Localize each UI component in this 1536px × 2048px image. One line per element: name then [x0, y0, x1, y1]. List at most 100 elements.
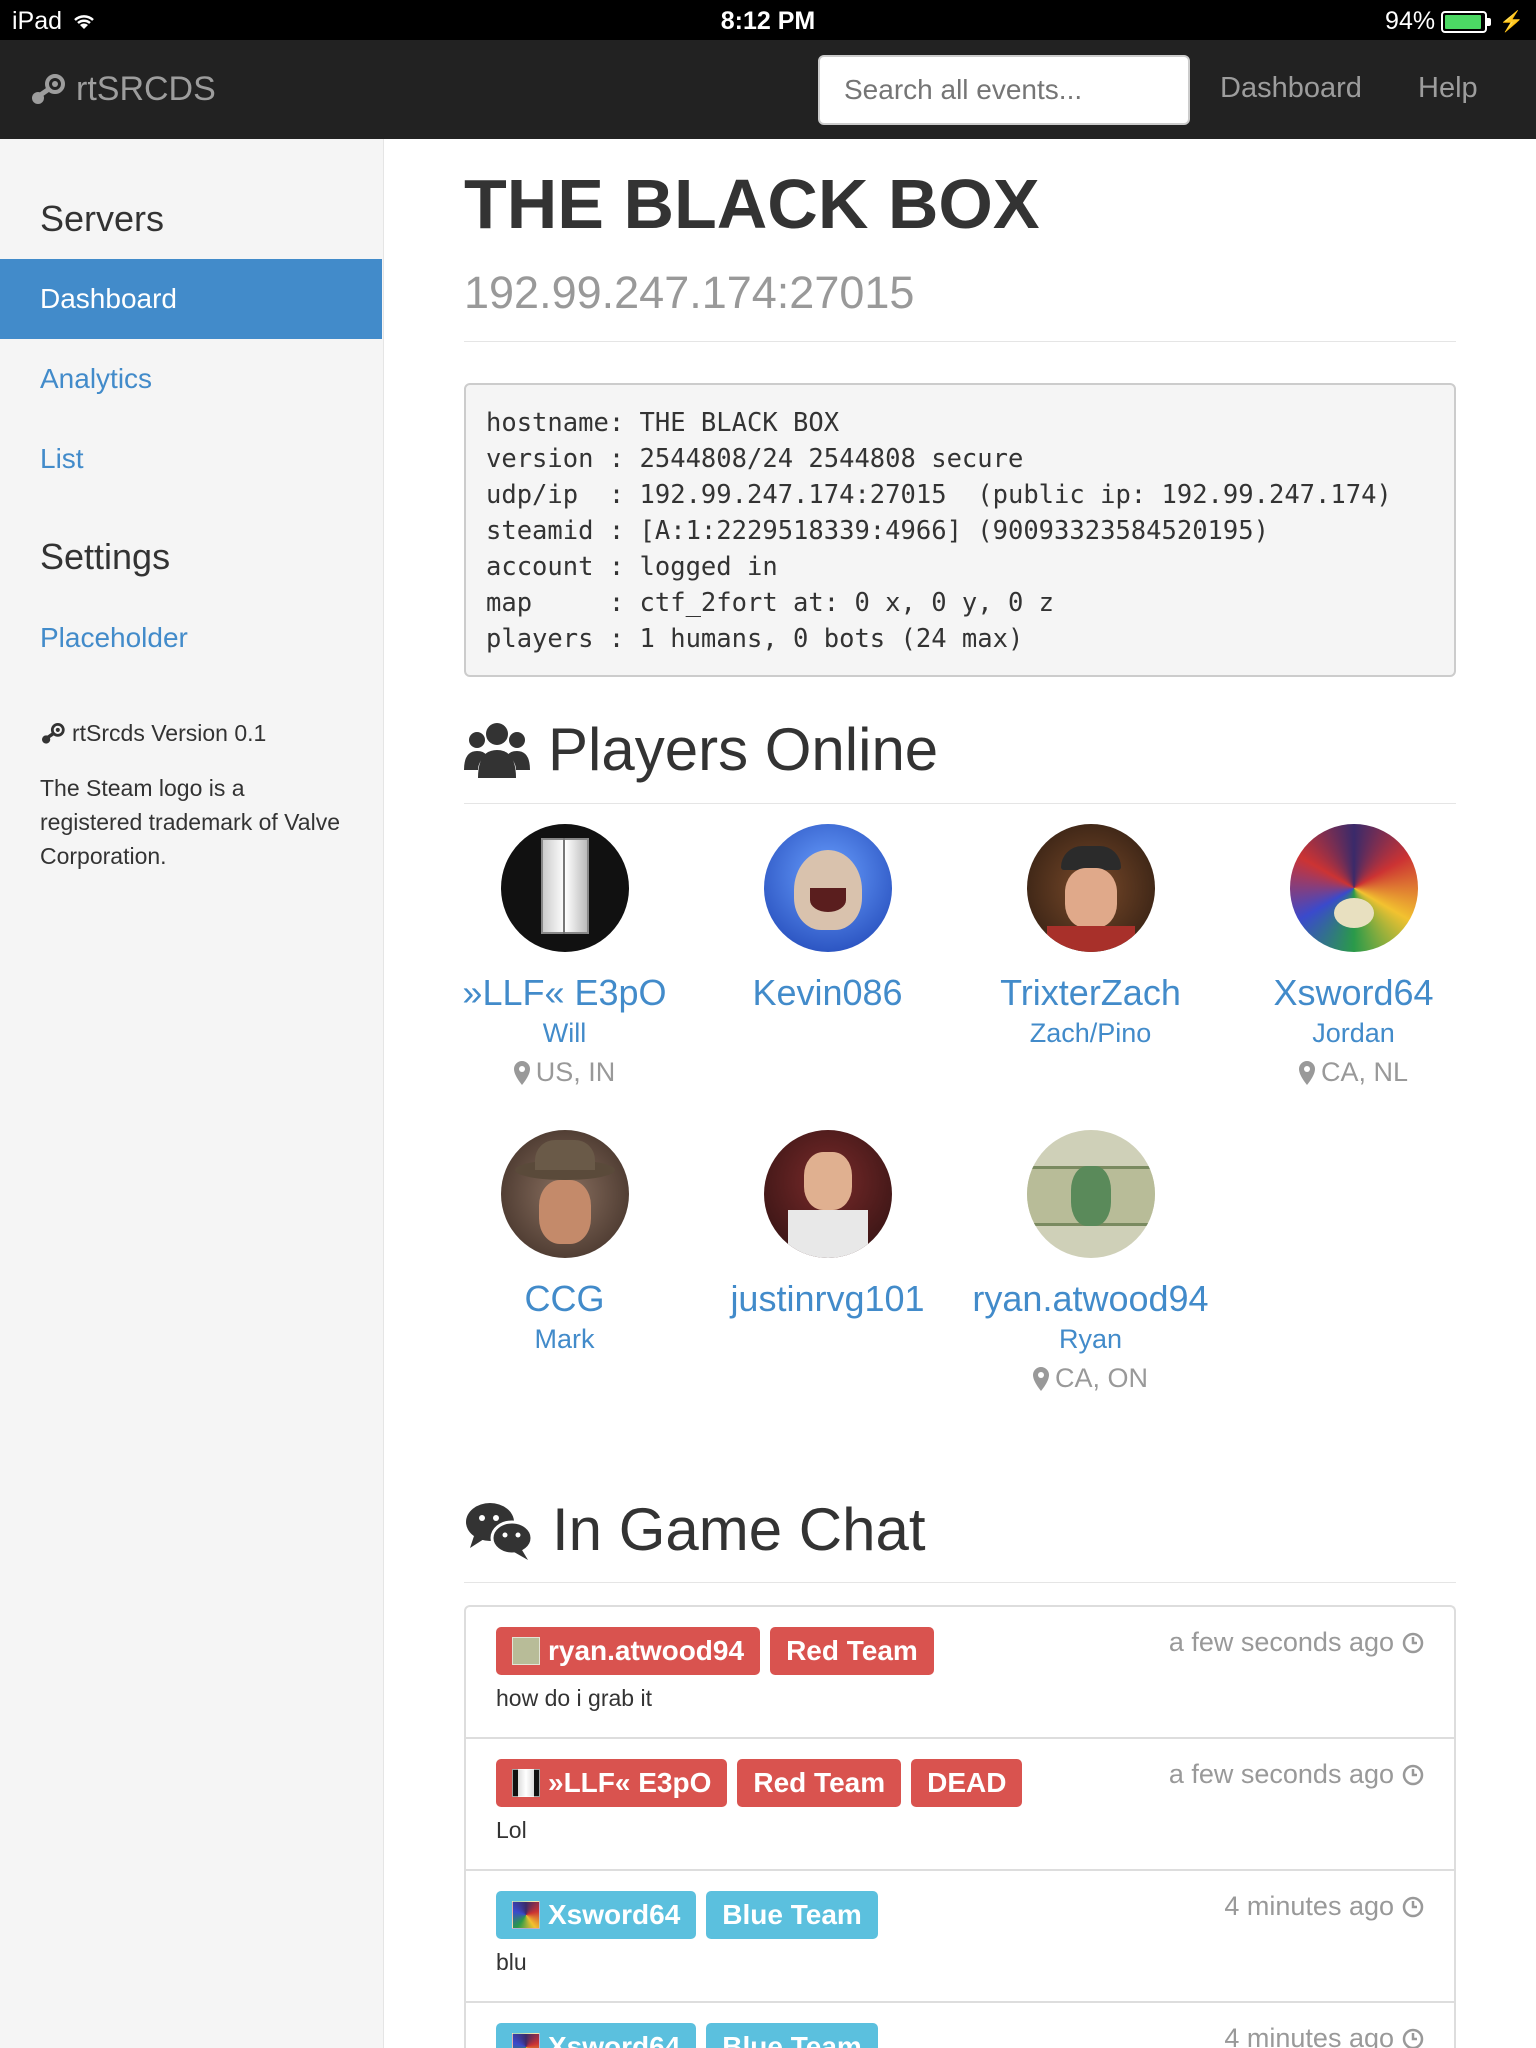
avatar [1026, 824, 1155, 952]
nav-help-link[interactable]: Help [1418, 72, 1478, 105]
chat-player-name: »LLF« E3pO [548, 1767, 712, 1798]
charging-icon: ⚡ [1499, 11, 1524, 33]
player-card[interactable]: Xsword64 Jordan CA, NL [1222, 824, 1485, 1088]
team-label: Red Team [770, 1627, 934, 1675]
sidebar-item-analytics[interactable]: Analytics [0, 339, 382, 419]
chat-time-text: 4 minutes ago [1224, 2023, 1394, 2048]
chat-time-text: a few seconds ago [1168, 1759, 1394, 1789]
steam-icon [42, 722, 65, 744]
player-location: CA, ON [959, 1363, 1222, 1394]
nav-dashboard-link[interactable]: Dashboard [1220, 72, 1362, 105]
player-card[interactable]: ryan.atwood94 Ryan CA, ON [959, 1130, 1222, 1394]
player-location: US, IN [433, 1057, 696, 1088]
mini-avatar [512, 2033, 540, 2048]
player-location-text: US, IN [535, 1057, 616, 1087]
top-navbar: rtSRCDS Dashboard Help [0, 40, 1536, 139]
team-label: Red Team [737, 1759, 902, 1807]
player-name[interactable]: ryan.atwood94 [959, 1278, 1222, 1320]
chat-message-text: Lol [496, 1817, 527, 1843]
team-label: Blue Team [706, 1891, 878, 1939]
trademark-note: The Steam logo is a registered trademark… [40, 775, 340, 869]
avatar [763, 824, 892, 952]
ios-status-bar: iPad 8:12 PM 94% ⚡ [0, 0, 1536, 40]
sidebar-item-dashboard[interactable]: Dashboard [0, 259, 382, 339]
chat-message: »LLF« E3pO Red Team DEAD a few seconds a… [466, 1739, 1454, 1871]
player-location-text: CA, ON [1054, 1363, 1148, 1393]
divider [464, 1582, 1456, 1583]
clock: 8:12 PM [720, 7, 816, 35]
sidebar-item-list[interactable]: List [0, 419, 382, 499]
brand-name: rtSRCDS [76, 70, 216, 108]
chat-message-text: blu [496, 1949, 527, 1975]
mini-avatar [512, 1901, 540, 1929]
chat-message-text: how do i grab it [496, 1685, 652, 1711]
team-label: Blue Team [706, 2023, 878, 2048]
player-label[interactable]: Xsword64 [496, 2023, 697, 2048]
sidebar-item-placeholder[interactable]: Placeholder [0, 598, 382, 678]
chat-message: ryan.atwood94 Red Team a few seconds ago… [466, 1607, 1454, 1739]
version-info: rtSrcds Version 0.1 [40, 720, 266, 747]
avatar [1026, 1130, 1155, 1258]
chat-timestamp: a few seconds ago [1169, 1759, 1424, 1790]
battery-percent: 94% [1385, 7, 1436, 35]
player-card[interactable]: justinrvg101 [696, 1130, 959, 1320]
player-label[interactable]: Xsword64 [496, 1891, 697, 1939]
clock-icon [1402, 1764, 1424, 1785]
player-realname: Will [542, 1018, 587, 1048]
player-card[interactable]: TrixterZach Zach/Pino [959, 824, 1222, 1049]
clock-icon [1402, 2028, 1424, 2048]
chat-heading: In Game Chat [464, 1495, 926, 1564]
chat-player-name: ryan.atwood94 [548, 1635, 745, 1666]
player-realname: Mark [534, 1324, 595, 1354]
dead-label: DEAD [911, 1759, 1023, 1807]
chat-player-name: Xsword64 [548, 2031, 681, 2048]
chat-timestamp: 4 minutes ago [1224, 1891, 1424, 1922]
player-name[interactable]: TrixterZach [959, 972, 1222, 1014]
player-location: CA, NL [1222, 1057, 1485, 1088]
chat-player-name: Xsword64 [548, 1899, 681, 1930]
player-name[interactable]: Xsword64 [1222, 972, 1485, 1014]
map-marker-icon [1032, 1366, 1049, 1391]
brand-link[interactable]: rtSRCDS [30, 70, 216, 109]
mini-avatar [512, 1637, 540, 1665]
version-text: rtSrcds Version 0.1 [72, 720, 267, 746]
server-title: THE BLACK BOX [464, 165, 1040, 243]
player-card[interactable]: CCG Mark [433, 1130, 696, 1355]
settings-heading: Settings [40, 536, 171, 577]
server-status-block: hostname: THE BLACK BOX version : 254480… [464, 383, 1456, 677]
chat-message: Xsword64 Blue Team 4 minutes ago blu [466, 1871, 1454, 2003]
player-name[interactable]: justinrvg101 [696, 1278, 959, 1320]
chat-message: Xsword64 Blue Team 4 minutes ago [466, 2003, 1454, 2048]
player-name[interactable]: CCG [433, 1278, 696, 1320]
player-card[interactable]: Kevin086 [696, 824, 959, 1014]
mini-avatar [512, 1769, 540, 1797]
sidebar: Servers Dashboard Analytics List Setting… [0, 139, 384, 2048]
player-card[interactable]: »LLF« E3pO Will US, IN [433, 824, 696, 1088]
player-realname: Ryan [1058, 1324, 1123, 1354]
avatar [1289, 824, 1418, 952]
divider [464, 803, 1456, 804]
chat-heading-text: In Game Chat [552, 1496, 926, 1563]
server-address: 192.99.247.174:27015 [464, 267, 915, 318]
players-heading-text: Players Online [548, 716, 939, 783]
chat-timestamp: 4 minutes ago [1224, 2023, 1424, 2048]
servers-heading: Servers [40, 198, 165, 239]
chat-timestamp: a few seconds ago [1169, 1627, 1424, 1658]
map-marker-icon [513, 1060, 530, 1085]
users-icon [464, 722, 530, 778]
player-name[interactable]: »LLF« E3pO [433, 972, 696, 1014]
player-label[interactable]: ryan.atwood94 [496, 1627, 761, 1675]
clock-icon [1402, 1632, 1424, 1653]
divider [464, 341, 1456, 342]
chat-time-text: a few seconds ago [1168, 1627, 1394, 1657]
player-realname: Jordan [1312, 1018, 1395, 1048]
avatar [500, 1130, 629, 1258]
player-name[interactable]: Kevin086 [696, 972, 959, 1014]
chat-icon [466, 1502, 534, 1560]
map-marker-icon [1298, 1060, 1315, 1085]
search-input[interactable] [818, 55, 1190, 125]
chat-list: ryan.atwood94 Red Team a few seconds ago… [464, 1605, 1456, 2048]
player-label[interactable]: »LLF« E3pO [496, 1759, 728, 1807]
player-location-text: CA, NL [1320, 1057, 1409, 1087]
battery-icon [1441, 10, 1492, 33]
